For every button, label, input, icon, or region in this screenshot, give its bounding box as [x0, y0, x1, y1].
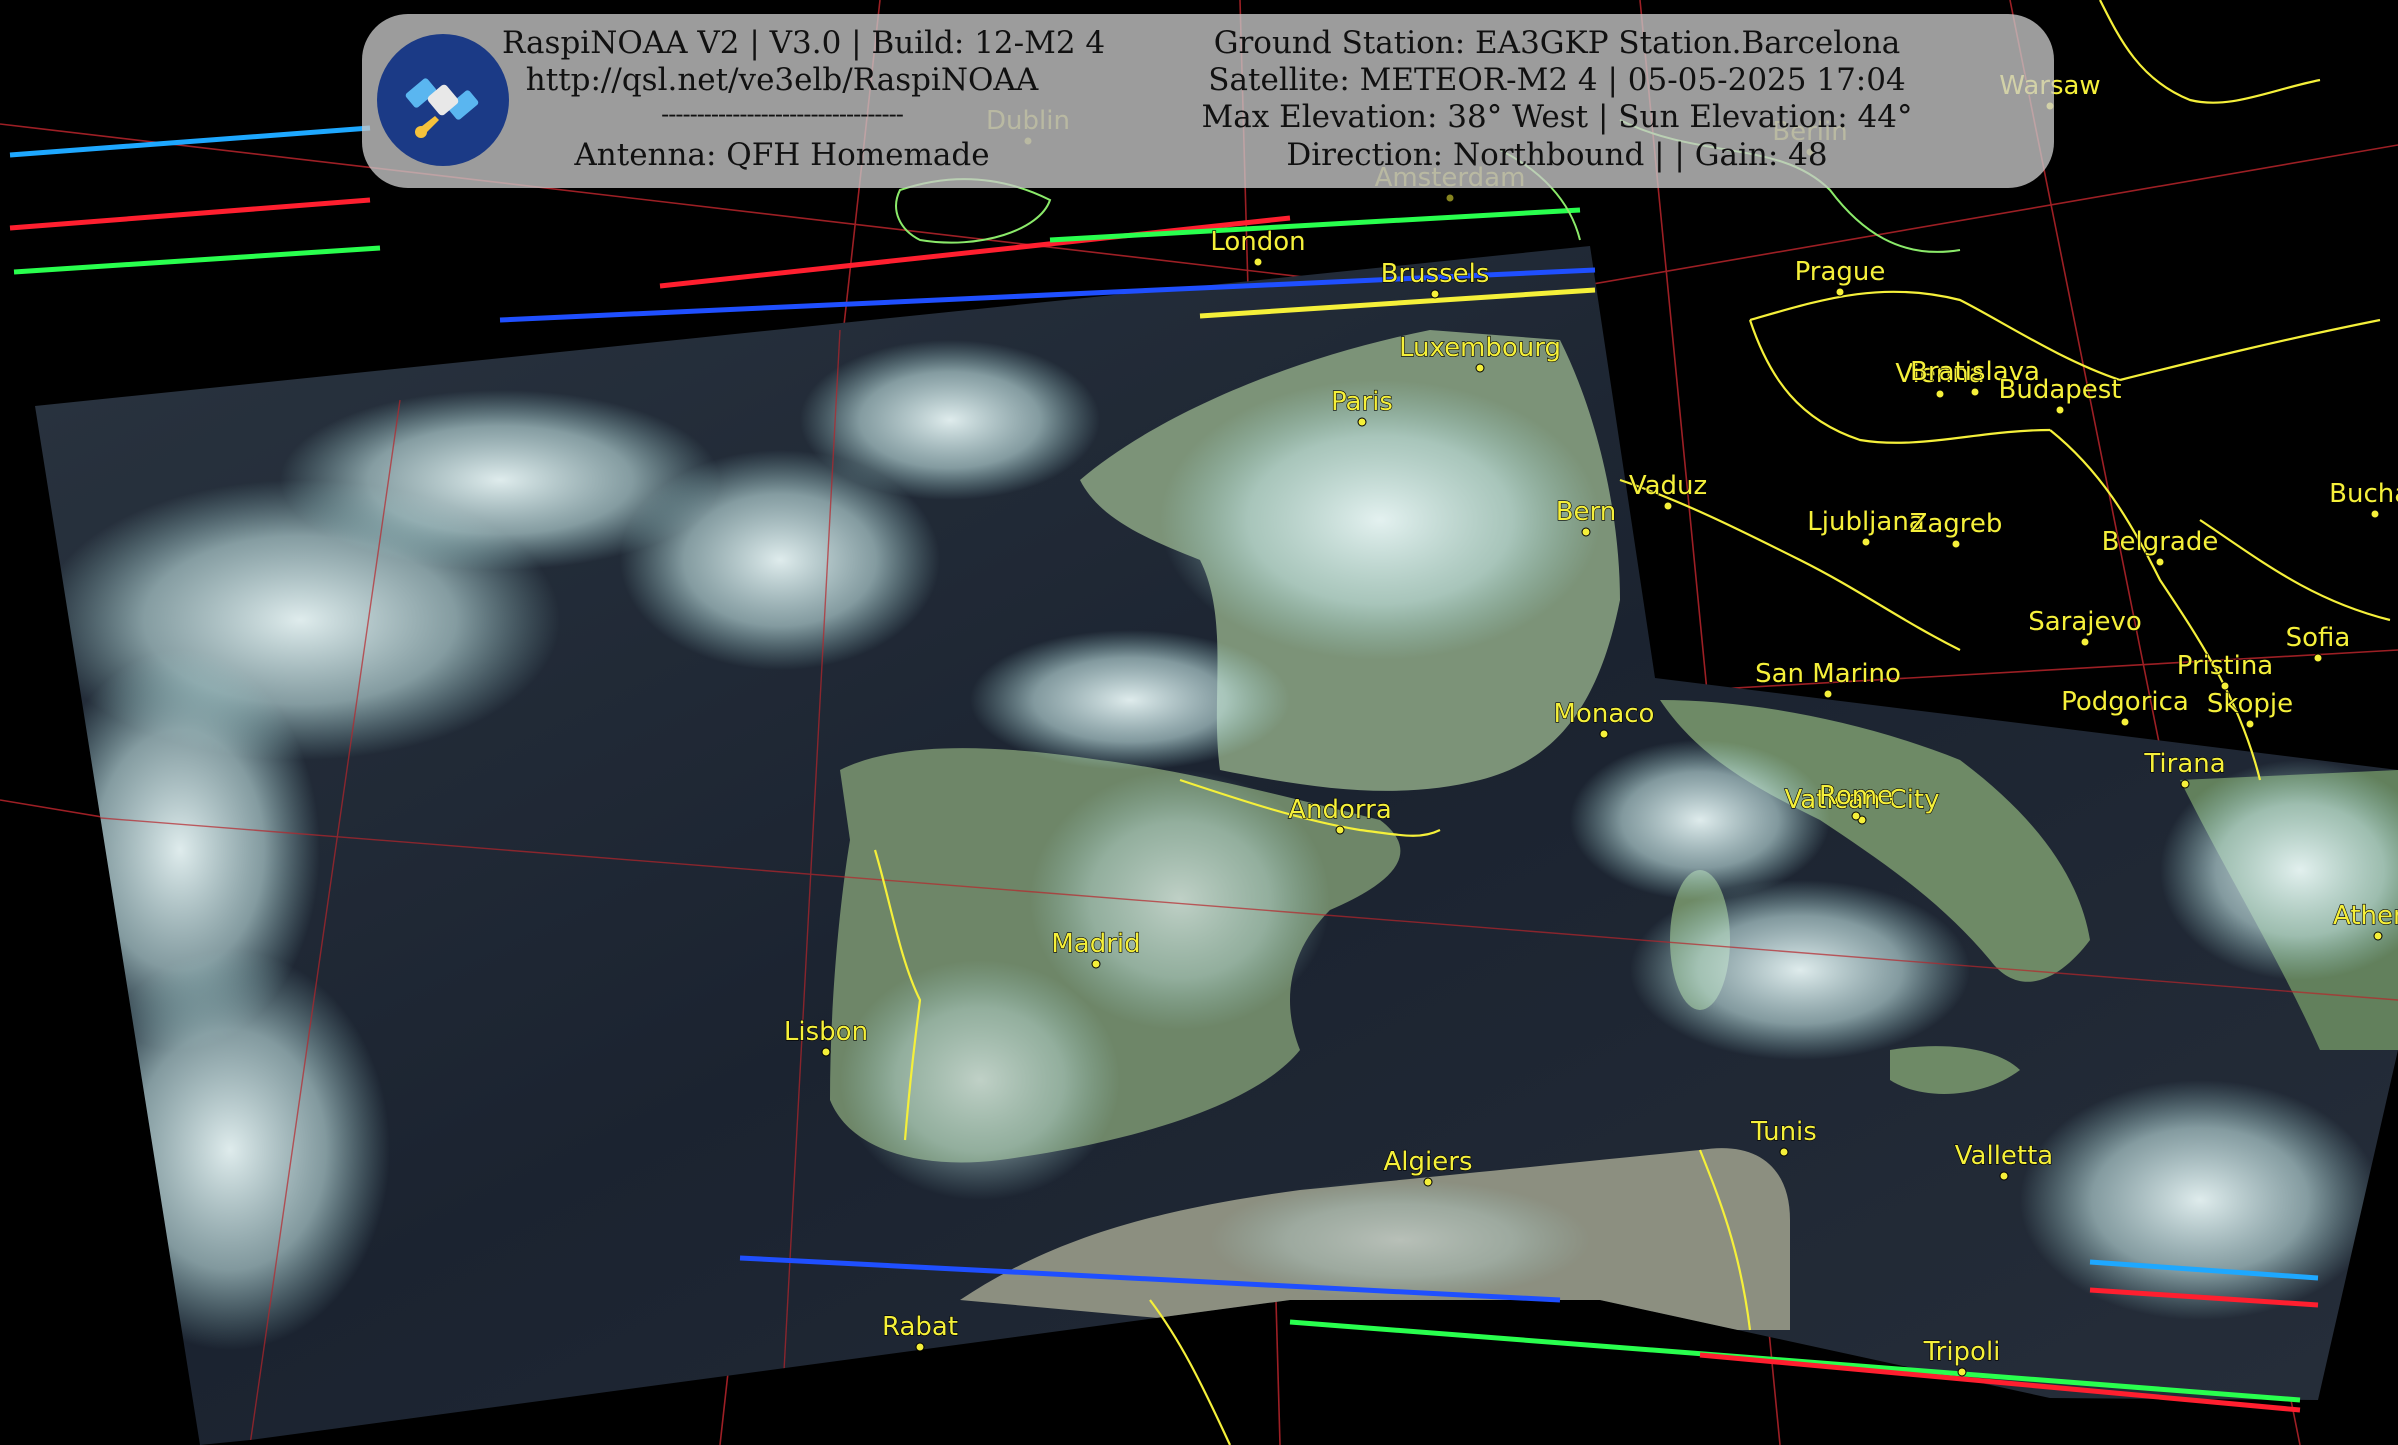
city-dot [1091, 959, 1101, 969]
banner-divider: ---------------------------------- [661, 100, 904, 128]
city-label: Rome [1819, 781, 1893, 811]
banner-antenna: Antenna: QFH Homemade [574, 137, 990, 173]
city-sarajevo: Sarajevo [2028, 606, 2142, 647]
city-dot [1851, 811, 1861, 821]
city-label: Monaco [1554, 699, 1655, 729]
city-label: Budapest [1999, 375, 2122, 405]
city-dot [915, 1342, 925, 1352]
banner-url: http://qsl.net/ve3elb/RaspiNOAA [525, 62, 1039, 98]
city-dot [1957, 1367, 1967, 1377]
city-dot [2055, 405, 2065, 415]
city-label: Podgorica [2061, 687, 2189, 717]
satellite-map: DublinWarsawBerlinAmsterdamLondonBrussel… [0, 0, 2398, 1445]
city-dot [1999, 1171, 2009, 1181]
city-dot [1970, 387, 1980, 397]
info-banner: RaspiNOAA V2 | V3.0 | Build: 12-M2 4 htt… [362, 14, 2054, 188]
city-label: London [1210, 227, 1305, 257]
city-label: Tirana [2143, 749, 2225, 779]
city-dot [1835, 287, 1845, 297]
banner-software-version: RaspiNOAA V2 | V3.0 | Build: 12-M2 4 [502, 25, 1106, 61]
city-belgrade: Belgrade [2101, 526, 2219, 567]
city-dot [1861, 537, 1871, 547]
city-podgorica: Podgorica [2061, 686, 2189, 727]
city-dot [2155, 557, 2165, 567]
city-label: Belgrade [2102, 527, 2219, 557]
city-dot [1423, 1177, 1433, 1187]
city-pristina: Pristina [2176, 650, 2274, 691]
city-dot [1475, 363, 1485, 373]
city-dot [1951, 539, 1961, 549]
city-dot [1779, 1147, 1789, 1157]
city-dot [1663, 501, 1673, 511]
city-dot [1253, 257, 1263, 267]
city-label: Prague [1795, 257, 1886, 287]
city-dot [2373, 931, 2383, 941]
city-dot [2313, 653, 2323, 663]
city-london: London [1210, 226, 1306, 267]
banner-direction-gain: Direction: Northbound | | Gain: 48 [1286, 137, 1828, 173]
city-dot [1357, 417, 1367, 427]
city-dot [2080, 637, 2090, 647]
city-dot [1935, 389, 1945, 399]
city-dot [1430, 289, 1440, 299]
banner-elevation: Max Elevation: 38° West | Sun Elevation:… [1201, 99, 1913, 135]
city-dot [2120, 717, 2130, 727]
city-label: Sarajevo [2028, 607, 2142, 637]
banner-ground-station: Ground Station: EA3GKP Station.Barcelona [1213, 25, 1901, 61]
city-label: Vaduz [1629, 471, 1707, 501]
city-dot [2180, 779, 2190, 789]
city-label: Tunis [1750, 1117, 1817, 1147]
city-zagreb: Zagreb [1909, 508, 2003, 549]
city-label: Valletta [1955, 1141, 2053, 1171]
city-dot [1445, 193, 1455, 203]
city-label: Madrid [1051, 929, 1140, 959]
city-budapest: Budapest [1998, 374, 2122, 415]
city-label: Athens [2333, 901, 2398, 931]
city-label: Lisbon [784, 1017, 868, 1047]
city-label: Pristina [2177, 651, 2274, 681]
city-label: Tripoli [1923, 1337, 2001, 1367]
city-prague: Prague [1794, 256, 1886, 297]
city-label: Paris [1331, 387, 1393, 417]
city-dot [1599, 729, 1609, 739]
city-label: San Marino [1755, 659, 1901, 689]
city-dot [1823, 689, 1833, 699]
city-dot [1581, 527, 1591, 537]
city-label: Andorra [1288, 795, 1392, 825]
city-dot [2370, 509, 2380, 519]
city-buchar: Buchar [2329, 478, 2398, 519]
city-dot [2245, 719, 2255, 729]
city-label: Skopje [2207, 689, 2293, 719]
city-label: Luxembourg [1399, 333, 1561, 363]
city-label: Bern [1556, 497, 1617, 527]
city-label: Rabat [882, 1312, 958, 1342]
city-vaduz: Vaduz [1628, 470, 1708, 511]
city-san-marino: San Marino [1754, 658, 1902, 699]
city-label: Zagreb [1910, 509, 2003, 539]
city-skopje: Skopje [2206, 688, 2294, 729]
city-label: Sofia [2286, 623, 2351, 653]
city-label: Brussels [1381, 259, 1490, 289]
banner-satellite: Satellite: METEOR-M2 4 | 05-05-2025 17:0… [1208, 62, 1906, 98]
city-label: Buchar [2329, 479, 2398, 509]
city-label: Ljubljana [1807, 507, 1924, 537]
city-label: Algiers [1384, 1147, 1473, 1177]
city-ljubljana: Ljubljana [1807, 506, 1925, 547]
city-dot [1335, 825, 1345, 835]
city-dot [821, 1047, 831, 1057]
